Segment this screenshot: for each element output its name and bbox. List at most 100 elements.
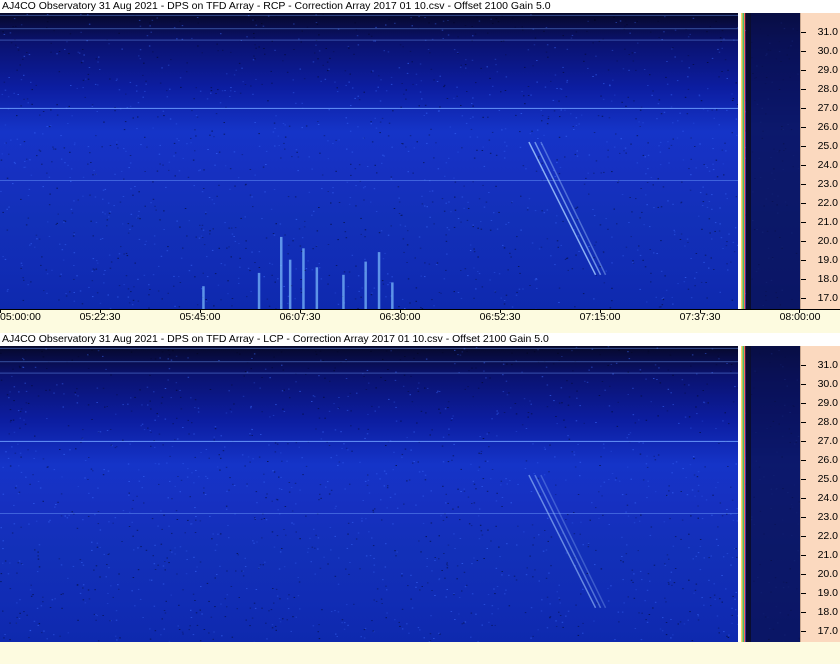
time-tick-label: 06:52:30	[479, 311, 521, 323]
frequency-axis-lcp: 17.0 18.0 19.0 20.0 21.0 22.0 23.0 24.0 25.0 26.0…	[800, 346, 840, 642]
calibration-bar	[744, 13, 746, 309]
frequency-tick-mark	[801, 221, 806, 223]
time-axis: 05:00:00 05:22:30 05:45:00 06:07:30 06:30:00…	[0, 309, 840, 325]
radio-burst	[202, 286, 205, 309]
frequency-tick-label: 24.0	[817, 491, 838, 504]
post-cal-region	[751, 346, 800, 642]
frequency-tick-mark	[801, 69, 806, 71]
spectrogram-svg-lcp	[0, 346, 800, 642]
calibration-bar	[741, 346, 743, 642]
frequency-tick-label: 18.0	[817, 605, 838, 618]
panel-title-lcp: AJ4CO Observatory 31 Aug 2021 - DPS on T…	[0, 333, 840, 346]
spectrogram-rcp	[0, 13, 800, 309]
radio-burst	[364, 261, 367, 309]
interference-line	[0, 361, 740, 363]
frequency-tick-label: 20.0	[817, 567, 838, 580]
frequency-tick-mark	[801, 592, 806, 594]
burst-streak	[528, 141, 597, 276]
calibration-bar	[742, 13, 744, 309]
frequency-tick-mark	[801, 535, 806, 537]
interference-line	[0, 107, 740, 109]
frequency-tick-label: 25.0	[817, 472, 838, 485]
frequency-tick-mark	[801, 107, 806, 109]
frequency-tick-mark	[801, 164, 806, 166]
interference-line	[0, 180, 740, 181]
frequency-tick-mark	[801, 630, 806, 632]
frequency-tick-label: 22.0	[817, 529, 838, 542]
interference-line	[0, 513, 740, 514]
frequency-tick-label: 21.0	[817, 548, 838, 561]
radio-burst	[257, 272, 261, 309]
radio-burst	[391, 282, 394, 309]
calibration-bar	[742, 346, 744, 642]
time-tick-label: 05:00:00	[0, 311, 41, 323]
frequency-tick-label: 19.0	[817, 253, 838, 266]
bottom-strip	[0, 642, 840, 664]
radio-burst	[342, 274, 345, 309]
frequency-tick-mark	[801, 421, 806, 423]
frequency-tick-label: 20.0	[817, 234, 838, 247]
frequency-tick-label: 19.0	[817, 586, 838, 599]
time-tick-label: 05:22:30	[79, 311, 121, 323]
spectrogram-svg-rcp	[0, 13, 800, 309]
interference-line	[0, 39, 740, 41]
radio-burst	[280, 236, 283, 309]
post-cal-region	[751, 13, 800, 309]
frequency-tick-label: 17.0	[817, 291, 838, 304]
frequency-tick-mark	[801, 88, 806, 90]
radio-burst	[302, 248, 305, 309]
frequency-tick-label: 26.0	[817, 453, 838, 466]
time-tick-label: 06:07:30	[279, 311, 321, 323]
interference-line	[0, 440, 740, 442]
calibration-bar	[741, 13, 743, 309]
frequency-tick-mark	[801, 516, 806, 518]
time-tick-label: 07:37:30	[679, 311, 721, 323]
calibration-bar	[746, 13, 751, 309]
interference-line	[0, 28, 740, 30]
radio-burst	[315, 267, 319, 309]
frequency-tick-label: 31.0	[817, 25, 838, 38]
frequency-tick-label: 24.0	[817, 158, 838, 171]
time-tick-label: 06:30:00	[379, 311, 421, 323]
frequency-tick-mark	[801, 402, 806, 404]
burst-streak	[528, 474, 597, 609]
noise-layer	[0, 13, 800, 309]
radio-burst	[377, 252, 381, 309]
frequency-tick-label: 27.0	[817, 101, 838, 114]
frequency-tick-mark	[801, 183, 806, 185]
burst-streak	[534, 141, 602, 276]
noise-layer	[0, 346, 800, 642]
time-tick-label: 07:15:00	[579, 311, 621, 323]
frequency-tick-label: 21.0	[817, 215, 838, 228]
burst-streak	[534, 474, 602, 609]
frequency-tick-label: 23.0	[817, 177, 838, 190]
calibration-bar	[744, 346, 746, 642]
time-tick-label: 08:00:00	[779, 311, 821, 323]
frequency-tick-mark	[801, 459, 806, 461]
frequency-tick-mark	[801, 202, 806, 204]
burst-streak	[540, 474, 607, 609]
frequency-tick-mark	[801, 383, 806, 385]
frequency-tick-label: 30.0	[817, 377, 838, 390]
frequency-tick-label: 18.0	[817, 272, 838, 285]
calibration-bar	[746, 346, 751, 642]
calibration-bar	[738, 13, 741, 309]
frequency-tick-mark	[801, 497, 806, 499]
frequency-tick-mark	[801, 126, 806, 128]
frequency-tick-mark	[801, 364, 806, 366]
frequency-tick-label: 26.0	[817, 120, 838, 133]
frequency-tick-label: 29.0	[817, 63, 838, 76]
frequency-tick-mark	[801, 478, 806, 480]
frequency-tick-mark	[801, 31, 806, 33]
frequency-tick-label: 31.0	[817, 358, 838, 371]
frequency-tick-label: 29.0	[817, 396, 838, 409]
panel-title-rcp: AJ4CO Observatory 31 Aug 2021 - DPS on T…	[0, 0, 840, 13]
frequency-tick-mark	[801, 259, 806, 261]
frequency-tick-mark	[801, 554, 806, 556]
frequency-tick-label: 27.0	[817, 434, 838, 447]
frequency-tick-label: 22.0	[817, 196, 838, 209]
frequency-tick-mark	[801, 240, 806, 242]
time-tick-label: 05:45:00	[179, 311, 221, 323]
frequency-tick-label: 28.0	[817, 82, 838, 95]
frequency-tick-label: 25.0	[817, 139, 838, 152]
